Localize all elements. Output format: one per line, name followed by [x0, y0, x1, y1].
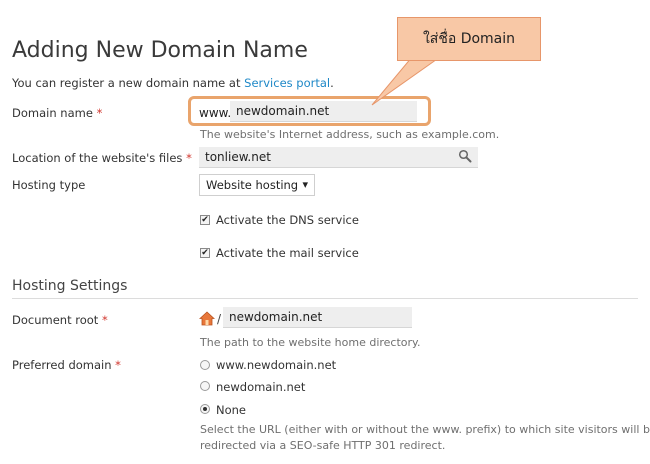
- radio-bare-domain[interactable]: [200, 381, 210, 391]
- services-portal-link[interactable]: Services portal: [244, 76, 330, 90]
- intro-period: .: [330, 76, 334, 90]
- mail-checkbox-label: Activate the mail service: [216, 246, 359, 260]
- document-root-input[interactable]: [223, 307, 412, 328]
- page-title: Adding New Domain Name: [12, 38, 308, 63]
- location-input[interactable]: [199, 147, 478, 168]
- preferred-domain-hint-2: redirected via a SEO-safe HTTP 301 redir…: [200, 439, 446, 452]
- hosting-type-select[interactable]: Website hosting ▾: [199, 174, 315, 196]
- search-icon[interactable]: [458, 149, 472, 163]
- chevron-down-icon: ▾: [302, 178, 308, 191]
- preferred-domain-label-text: Preferred domain: [12, 358, 112, 372]
- preferred-domain-hint-1: Select the URL (either with or without t…: [200, 423, 650, 436]
- radio-www-domain[interactable]: [200, 360, 210, 370]
- callout-pointer: [371, 56, 442, 106]
- intro-text-label: You can register a new domain name at: [12, 76, 241, 90]
- radio-www-domain-label: www.newdomain.net: [216, 358, 337, 372]
- radio-bare-domain-label: newdomain.net: [216, 380, 306, 394]
- location-label: Location of the website's files *: [12, 151, 192, 165]
- document-root-label: Document root *: [12, 313, 108, 327]
- document-root-hint: The path to the website home directory.: [200, 336, 421, 349]
- hosting-type-label: Hosting type: [12, 178, 86, 192]
- radio-none-label: None: [216, 403, 247, 417]
- annotation-callout: ใส่ชื่อ Domain: [397, 17, 541, 61]
- required-mark: *: [115, 358, 121, 372]
- domain-name-hint: The website's Internet address, such as …: [200, 128, 500, 141]
- document-root-label-text: Document root: [12, 313, 99, 327]
- required-mark: *: [101, 313, 108, 327]
- hosting-settings-heading: Hosting Settings: [12, 278, 128, 294]
- radio-none[interactable]: [200, 404, 210, 414]
- hosting-type-value: Website hosting: [206, 178, 299, 192]
- home-icon: [198, 311, 216, 326]
- dns-checkbox-label: Activate the DNS service: [216, 213, 359, 227]
- dns-checkbox[interactable]: ✔: [200, 215, 210, 225]
- mail-checkbox[interactable]: ✔: [200, 248, 210, 258]
- path-separator: /: [217, 312, 222, 326]
- section-divider: [12, 298, 638, 299]
- domain-name-label-text: Domain name: [12, 106, 93, 120]
- required-mark: *: [96, 106, 103, 120]
- location-label-text: Location of the website's files: [12, 151, 183, 165]
- preferred-domain-label: Preferred domain *: [12, 358, 121, 372]
- intro-text: You can register a new domain name at Se…: [12, 76, 334, 90]
- required-mark: *: [186, 151, 192, 165]
- domain-name-label: Domain name *: [12, 106, 102, 120]
